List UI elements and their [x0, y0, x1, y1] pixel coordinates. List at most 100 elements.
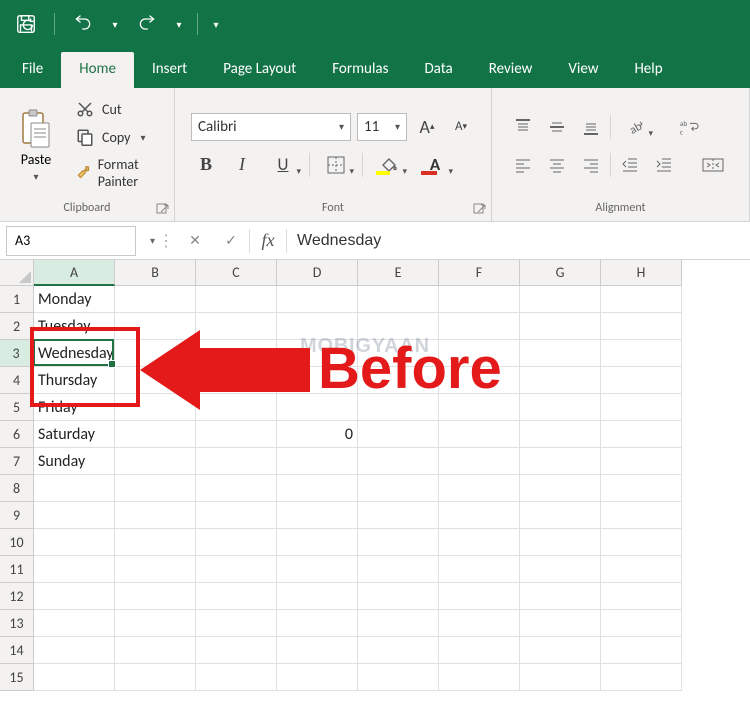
- cell[interactable]: [115, 664, 196, 691]
- cell[interactable]: [196, 610, 277, 637]
- cell[interactable]: [196, 394, 277, 421]
- column-header[interactable]: G: [520, 260, 601, 286]
- cell[interactable]: [358, 556, 439, 583]
- cell[interactable]: [601, 475, 682, 502]
- cell[interactable]: [439, 610, 520, 637]
- align-bottom-button[interactable]: [576, 113, 606, 141]
- cell[interactable]: [601, 286, 682, 313]
- cell[interactable]: [277, 583, 358, 610]
- cell[interactable]: [277, 529, 358, 556]
- cell[interactable]: [439, 367, 520, 394]
- cell[interactable]: [439, 286, 520, 313]
- cell[interactable]: [520, 367, 601, 394]
- column-header[interactable]: E: [358, 260, 439, 286]
- cell[interactable]: [196, 637, 277, 664]
- cell[interactable]: [601, 394, 682, 421]
- cell[interactable]: [358, 610, 439, 637]
- cell[interactable]: Sunday: [34, 448, 115, 475]
- cell[interactable]: [358, 529, 439, 556]
- row-header[interactable]: 5: [0, 394, 34, 421]
- font-size-combo[interactable]: 11 ▾: [357, 113, 407, 141]
- align-middle-button[interactable]: [542, 113, 572, 141]
- paste-button[interactable]: Paste ▾: [6, 92, 66, 199]
- tab-formulas[interactable]: Formulas: [314, 52, 406, 88]
- cell[interactable]: [196, 421, 277, 448]
- cell[interactable]: [196, 664, 277, 691]
- row-header[interactable]: 9: [0, 502, 34, 529]
- cell[interactable]: [358, 340, 439, 367]
- cell[interactable]: [520, 610, 601, 637]
- cell[interactable]: [520, 529, 601, 556]
- cell[interactable]: [115, 583, 196, 610]
- align-top-button[interactable]: [508, 113, 538, 141]
- column-header[interactable]: B: [115, 260, 196, 286]
- cell[interactable]: [115, 637, 196, 664]
- cell[interactable]: [520, 448, 601, 475]
- cell[interactable]: [520, 556, 601, 583]
- undo-button[interactable]: [65, 6, 101, 42]
- cell[interactable]: [601, 529, 682, 556]
- cell[interactable]: [358, 637, 439, 664]
- cell[interactable]: [520, 502, 601, 529]
- cell[interactable]: [358, 448, 439, 475]
- cell[interactable]: [277, 610, 358, 637]
- italic-button[interactable]: I: [227, 151, 257, 179]
- cell[interactable]: [520, 340, 601, 367]
- row-header[interactable]: 6: [0, 421, 34, 448]
- cell[interactable]: [34, 664, 115, 691]
- cell[interactable]: [277, 394, 358, 421]
- row-header[interactable]: 7: [0, 448, 34, 475]
- row-header[interactable]: 2: [0, 313, 34, 340]
- row-header[interactable]: 15: [0, 664, 34, 691]
- cell[interactable]: [520, 421, 601, 448]
- cell[interactable]: [358, 664, 439, 691]
- undo-dropdown[interactable]: ▾: [107, 6, 123, 42]
- increase-indent-button[interactable]: [649, 151, 679, 179]
- bold-button[interactable]: B: [191, 151, 221, 179]
- spreadsheet-grid[interactable]: ABCDEFGH 123456789101112131415 MondayTue…: [0, 260, 750, 702]
- cell[interactable]: [358, 583, 439, 610]
- cell[interactable]: [520, 637, 601, 664]
- cell[interactable]: [196, 502, 277, 529]
- cell[interactable]: Wednesday: [34, 340, 115, 367]
- cell[interactable]: [439, 313, 520, 340]
- row-header[interactable]: 12: [0, 583, 34, 610]
- cell[interactable]: [439, 502, 520, 529]
- cell[interactable]: [277, 502, 358, 529]
- cut-button[interactable]: Cut: [72, 98, 166, 120]
- autosave-icon[interactable]: [8, 6, 44, 42]
- confirm-formula-button[interactable]: ✓: [213, 226, 249, 256]
- tab-file[interactable]: File: [4, 52, 61, 88]
- cell[interactable]: [115, 367, 196, 394]
- cell[interactable]: [520, 286, 601, 313]
- insert-function-button[interactable]: fx: [250, 226, 286, 256]
- cell[interactable]: [277, 637, 358, 664]
- cell[interactable]: [358, 313, 439, 340]
- cell[interactable]: [196, 313, 277, 340]
- cell[interactable]: [358, 367, 439, 394]
- row-header[interactable]: 11: [0, 556, 34, 583]
- cell[interactable]: [115, 502, 196, 529]
- cell[interactable]: [277, 367, 358, 394]
- cell[interactable]: Thursday: [34, 367, 115, 394]
- cell[interactable]: Tuesday: [34, 313, 115, 340]
- cell[interactable]: [439, 340, 520, 367]
- cell[interactable]: [601, 448, 682, 475]
- redo-button[interactable]: [129, 6, 165, 42]
- merge-center-button[interactable]: [693, 151, 733, 179]
- cell[interactable]: [34, 529, 115, 556]
- tab-review[interactable]: Review: [471, 52, 551, 88]
- row-header[interactable]: 10: [0, 529, 34, 556]
- cell[interactable]: [277, 340, 358, 367]
- cell[interactable]: [520, 394, 601, 421]
- tab-view[interactable]: View: [550, 52, 616, 88]
- decrease-font-size-button[interactable]: A▾: [447, 113, 475, 141]
- row-header[interactable]: 13: [0, 610, 34, 637]
- align-right-button[interactable]: [576, 151, 606, 179]
- row-header[interactable]: 14: [0, 637, 34, 664]
- cell[interactable]: [439, 583, 520, 610]
- cell[interactable]: [277, 556, 358, 583]
- cell[interactable]: [601, 583, 682, 610]
- cell[interactable]: [34, 637, 115, 664]
- cell[interactable]: 0: [277, 421, 358, 448]
